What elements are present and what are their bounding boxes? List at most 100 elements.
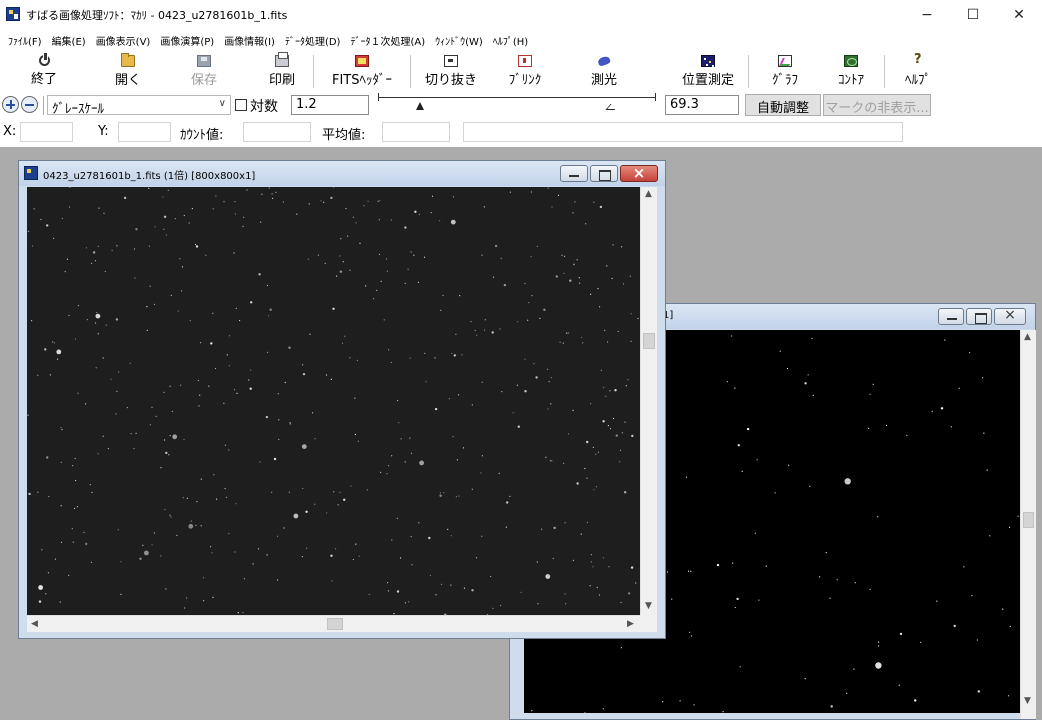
star	[549, 460, 552, 462]
menu-bar: ﾌｧｲﾙ(F) 編集(E) 画像表示(V) 画像演算(P) 画像情報(I) ﾃﾞ…	[0, 30, 1042, 50]
image-window-1[interactable]: 0423_u2781601b_1.fits (1倍) [800x800x1] ▲…	[18, 160, 666, 639]
star	[95, 367, 97, 369]
menu-primary-processing[interactable]: ﾃﾞｰﾀ１次処理(A)	[345, 33, 430, 48]
scroll-right-icon[interactable]: ▶	[627, 619, 634, 629]
help-button[interactable]: ﾍﾙﾌﾟ	[886, 50, 950, 93]
star	[311, 412, 314, 414]
child-minimize-button[interactable]	[560, 165, 588, 182]
star	[545, 574, 551, 579]
menu-window[interactable]: ｳｨﾝﾄﾞｳ(W)	[430, 33, 488, 48]
horizontal-scroll-thumb-1[interactable]	[327, 618, 343, 630]
auto-adjust-button[interactable]: 自動調整	[745, 94, 821, 116]
star	[320, 200, 322, 202]
open-button[interactable]: 開く	[100, 50, 156, 93]
image-window-1-titlebar[interactable]: 0423_u2781601b_1.fits (1倍) [800x800x1]	[19, 161, 665, 186]
star	[450, 219, 456, 225]
scroll-up-icon[interactable]: ▲	[1024, 332, 1031, 342]
star	[271, 193, 273, 195]
scroll-left-icon[interactable]: ◀	[31, 619, 38, 629]
menu-data-processing[interactable]: ﾃﾞｰﾀ処理(D)	[280, 33, 346, 48]
star	[569, 279, 572, 282]
blink-button[interactable]: ﾌﾞﾘﾝｸ	[492, 50, 558, 93]
menu-image-info[interactable]: 画像情報(I)	[219, 33, 280, 48]
child-minimize-button[interactable]	[938, 308, 964, 325]
close-button[interactable]: ✕	[996, 0, 1042, 30]
min-slider-handle[interactable]	[416, 102, 424, 110]
star	[324, 262, 326, 264]
min-level-input[interactable]: 1.2	[291, 95, 369, 115]
max-level-input[interactable]: 69.3	[665, 95, 739, 115]
star	[490, 575, 492, 578]
child-close-button[interactable]: ×	[994, 307, 1026, 325]
scroll-up-icon[interactable]: ▲	[645, 189, 652, 199]
star	[599, 306, 601, 308]
star	[471, 488, 473, 490]
vertical-scroll-thumb-1[interactable]	[643, 333, 655, 349]
star	[164, 439, 166, 441]
horizontal-scrollbar-1[interactable]: ◀ ▶	[27, 615, 640, 632]
zoom-in-icon[interactable]	[2, 96, 19, 113]
star	[407, 268, 409, 270]
hide-marks-button[interactable]: マークの非表示...	[823, 94, 931, 116]
scroll-down-icon[interactable]: ▼	[1024, 696, 1031, 706]
crop-button[interactable]: 切り抜き	[412, 50, 490, 93]
star	[172, 434, 178, 440]
star	[167, 189, 169, 191]
photometry-icon	[597, 55, 611, 67]
fits-header-button[interactable]: FITSﾍｯﾀﾞｰ	[314, 50, 410, 93]
graph-icon	[778, 55, 792, 67]
star	[278, 419, 280, 421]
star	[352, 558, 354, 561]
title-bar[interactable]: すばる画像処理ｿﾌﾄ：ﾏｶﾘ - 0423_u2781601b_1.fits −…	[0, 0, 1042, 30]
star	[520, 591, 522, 593]
star	[165, 451, 168, 455]
child-close-button[interactable]	[620, 164, 658, 182]
star	[210, 342, 213, 345]
menu-view[interactable]: 画像表示(V)	[91, 33, 156, 48]
vertical-scrollbar-2[interactable]: ▲ ▼	[1020, 330, 1036, 719]
scale-mode-select[interactable]: ｸﾞﾚｰｽｹｰﾙ ∨	[47, 95, 231, 117]
vertical-scrollbar-1[interactable]: ▲ ▼	[640, 187, 657, 615]
star	[200, 478, 202, 480]
astrometry-button[interactable]: 位置測定	[672, 50, 744, 93]
level-slider[interactable]	[378, 93, 660, 118]
photometry-button[interactable]: 測光	[574, 50, 634, 93]
minimize-button[interactable]: −	[904, 0, 950, 30]
child-maximize-button[interactable]	[966, 308, 992, 325]
zoom-out-icon[interactable]	[21, 96, 38, 113]
graph-button[interactable]: ｸﾞﾗﾌ	[750, 50, 820, 93]
menu-image-ops[interactable]: 画像演算(P)	[155, 33, 219, 48]
star	[356, 359, 358, 361]
child-maximize-button[interactable]	[590, 165, 618, 182]
exit-button[interactable]: 終了	[16, 50, 72, 93]
star	[307, 258, 309, 260]
log-scale-checkbox[interactable]	[235, 99, 247, 111]
menu-edit[interactable]: 編集(E)	[47, 33, 91, 48]
star	[679, 700, 681, 702]
resize-grip[interactable]	[640, 615, 657, 632]
blink-label: ﾌﾞﾘﾝｸ	[508, 73, 542, 88]
menu-help[interactable]: ﾍﾙﾌﾟ(H)	[488, 33, 533, 48]
star	[146, 306, 148, 308]
star	[612, 244, 614, 246]
star	[548, 381, 550, 383]
star	[103, 212, 105, 214]
save-button[interactable]: 保存	[176, 50, 232, 93]
maximize-button[interactable]: ☐	[950, 0, 996, 30]
image-canvas-1[interactable]	[27, 187, 640, 615]
scroll-down-icon[interactable]: ▼	[645, 601, 652, 611]
star	[148, 187, 150, 189]
max-slider-handle[interactable]	[605, 104, 620, 110]
star	[598, 594, 601, 596]
star	[620, 601, 622, 604]
star	[400, 438, 402, 440]
star	[476, 334, 478, 336]
menu-file[interactable]: ﾌｧｲﾙ(F)	[3, 33, 47, 48]
star	[118, 371, 120, 373]
print-button[interactable]: 印刷	[254, 50, 310, 93]
contour-button[interactable]: ｺﾝﾄｱ	[820, 50, 882, 93]
star	[811, 337, 813, 339]
vertical-scroll-thumb-2[interactable]	[1023, 512, 1034, 528]
star	[260, 221, 262, 223]
cursor-info-bar: X: Y: ｶｳﾝﾄ値: 平均値:	[0, 118, 1042, 147]
